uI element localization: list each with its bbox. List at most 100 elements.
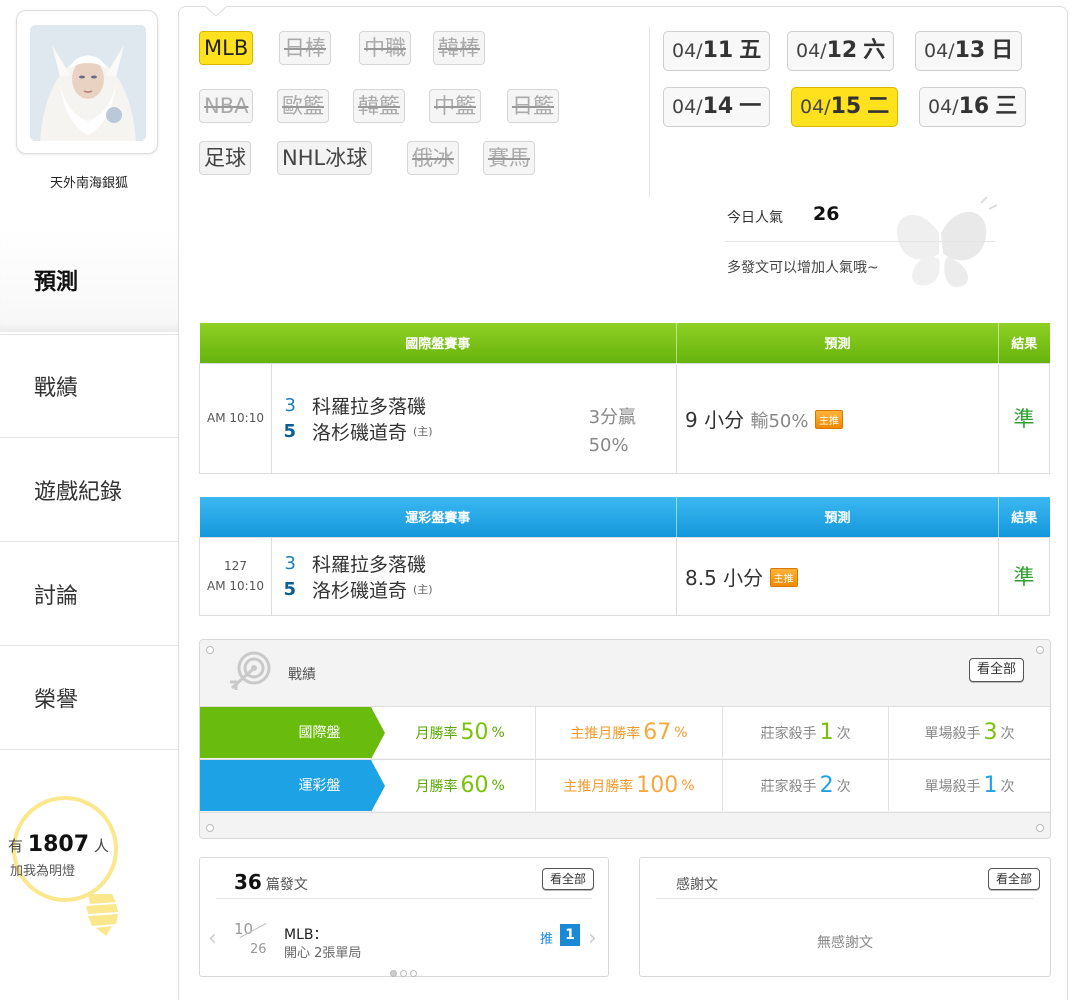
record-row-intl: 國際盤 月勝率 50% 主推月勝率 67% 莊家殺手 1 次 單場殺手 3 次 (200, 706, 1050, 759)
month-win-rate: 月勝率 50% (370, 707, 535, 758)
record-row-label: 運彩盤 (200, 760, 384, 812)
league-tab-cpbl[interactable]: 中職 (359, 31, 411, 65)
posts-title: 36 篇發文 (234, 870, 308, 894)
main-pick-win-rate: 主推月勝率 100% (534, 760, 722, 811)
matchup[interactable]: 3 科羅拉多落磯 5 洛杉磯道奇 (主) (270, 536, 678, 616)
popularity-value: 26 (813, 203, 840, 225)
prediction-cell: 9 小分 輸50% 主推 (676, 362, 1000, 474)
league-tab-khl[interactable]: 俄冰 (407, 141, 459, 175)
single-game-killer: 單場殺手 3 次 (888, 707, 1050, 758)
league-tab-horse-racing[interactable]: 賽馬 (483, 141, 535, 175)
nav-item-discussion[interactable]: 討論 (0, 542, 178, 646)
table-header: 運彩盤賽事 (199, 497, 677, 537)
bookmaker-killer: 莊家殺手 2 次 (722, 760, 888, 811)
league-tab-bj-league[interactable]: 日籃 (507, 89, 559, 123)
home-team-row: 5 洛杉磯道奇 (主) (283, 578, 433, 602)
main-pick-badge: 主推 (769, 567, 798, 587)
thanks-title: 感謝文 (676, 877, 718, 893)
avatar-portrait-icon (30, 25, 146, 141)
lottery-prediction-table: 運彩盤賽事 預測 結果 127 AM 10:10 3 科羅拉多落磯 5 洛杉磯道奇 (主… (199, 497, 1051, 616)
record-title: 戰績 (288, 667, 316, 683)
date-tab-0412[interactable]: 04/12 六 (787, 31, 895, 71)
posts-box: 36 篇發文 看全部 ‹ 10 26 MLB： 開心 2張單局 推 1 › (199, 857, 609, 977)
league-tab-kbo[interactable]: 韓棒 (433, 31, 485, 65)
intl-prediction-table: 國際盤賽事 預測 結果 AM 10:10 3 科羅拉多落磯 5 洛杉磯道奇 (主) 3… (199, 323, 1051, 474)
prev-arrow-icon[interactable]: ‹ (208, 926, 217, 951)
result-cell: 準 (998, 362, 1051, 474)
table-row: AM 10:10 3 科羅拉多落磯 5 洛杉磯道奇 (主) 3分贏 50% 9 小分 輸… (199, 362, 1051, 474)
lightbulb-base-icon (86, 894, 118, 936)
avatar[interactable] (30, 25, 146, 141)
corner-dot (206, 824, 214, 832)
league-tab-kbl[interactable]: 韓籃 (353, 89, 405, 123)
bookmaker-killer: 莊家殺手 1 次 (722, 707, 888, 758)
game-time: AM 10:10 (199, 362, 272, 474)
date-tab-0415[interactable]: 04/15 二 (791, 87, 899, 127)
notch-icon (205, 6, 227, 17)
single-game-killer: 單場殺手 1 次 (888, 760, 1050, 811)
target-icon (230, 651, 271, 690)
fans-lightbulb[interactable]: 有 1807 人 加我為明燈 (0, 788, 178, 948)
record-row-lottery: 運彩盤 月勝率 60% 主推月勝率 100% 莊家殺手 2 次 單場殺手 1 次 (200, 759, 1050, 812)
month-win-rate: 月勝率 60% (370, 760, 535, 811)
prediction-cell: 8.5 小分 主推 (676, 536, 1000, 616)
butterfly-icon (897, 196, 998, 287)
nav-item-game-history[interactable]: 遊戲紀錄 (0, 438, 178, 542)
handicap: 3分贏 50% (588, 406, 637, 456)
thanks-box: 感謝文 看全部 無感謝文 (639, 857, 1051, 977)
push-label: 推 (540, 932, 554, 947)
corner-dot (1036, 646, 1044, 654)
page: 天外南海銀狐 預測 戰績 遊戲紀錄 討論 榮譽 有 1807 人 加我為明燈 M… (0, 0, 1080, 1000)
divider (216, 898, 592, 899)
date-tab-0413[interactable]: 04/13 日 (915, 31, 1023, 71)
empty-thanks-text: 無感謝文 (817, 935, 873, 951)
corner-dot (206, 646, 214, 654)
matchup[interactable]: 3 科羅拉多落磯 5 洛杉磯道奇 (主) 3分贏 50% (270, 362, 678, 474)
next-arrow-icon[interactable]: › (588, 926, 597, 951)
sidebar: 天外南海銀狐 預測 戰績 遊戲紀錄 討論 榮譽 有 1807 人 加我為明燈 (0, 0, 178, 1000)
league-tab-mlb[interactable]: MLB (199, 31, 254, 65)
fans-count-text: 有 1807 人 (8, 832, 109, 857)
popularity-hint: 多發文可以增加人氣哦~ (727, 260, 879, 276)
league-tab-cba[interactable]: 中籃 (429, 89, 481, 123)
table-row: 127 AM 10:10 3 科羅拉多落磯 5 洛杉磯道奇 (主) 8.5 小分 主推 … (199, 536, 1051, 616)
result-cell: 準 (998, 536, 1051, 616)
push-count: 1 (560, 924, 580, 946)
league-tab-soccer[interactable]: 足球 (199, 141, 251, 175)
main-pick-badge: 主推 (814, 409, 843, 429)
main-panel: MLB 日棒 中職 韓棒 NBA 歐籃 韓籃 中籃 日籃 足球 NHL冰球 俄冰… (178, 6, 1068, 1000)
username: 天外南海銀狐 (49, 176, 128, 191)
table-header: 預測 (676, 323, 999, 363)
game-time: 127 AM 10:10 (199, 536, 272, 616)
date-tab-0411[interactable]: 04/11 五 (663, 31, 771, 71)
league-tab-euro-basketball[interactable]: 歐籃 (277, 89, 329, 123)
nav-item-honor[interactable]: 榮譽 (0, 646, 178, 750)
post-title[interactable]: 開心 2張單局 (284, 942, 361, 961)
divider (656, 898, 1034, 899)
league-tab-nba[interactable]: NBA (199, 89, 254, 123)
record-view-all-button[interactable]: 看全部 (968, 658, 1024, 682)
table-header: 國際盤賽事 (199, 323, 677, 363)
league-tab-npb[interactable]: 日棒 (279, 31, 331, 65)
avatar-card[interactable] (16, 10, 158, 154)
divider (725, 241, 995, 242)
post-category[interactable]: MLB： (284, 924, 327, 944)
thanks-view-all-button[interactable]: 看全部 (987, 868, 1040, 890)
table-header: 預測 (676, 497, 999, 537)
league-tab-nhl[interactable]: NHL冰球 (277, 141, 373, 175)
nav-item-prediction[interactable]: 預測 (0, 228, 178, 332)
record-row-label: 國際盤 (200, 707, 384, 759)
fans-caption: 加我為明燈 (10, 864, 76, 879)
table-header: 結果 (998, 497, 1050, 537)
pager-dots[interactable] (390, 970, 417, 977)
nav-item-record[interactable]: 戰績 (0, 334, 178, 438)
corner-dot (1036, 824, 1044, 832)
fans-count: 1807 (27, 832, 90, 857)
posts-view-all-button[interactable]: 看全部 (541, 868, 594, 890)
date-tab-0414[interactable]: 04/14 一 (663, 87, 771, 127)
divider (649, 27, 650, 197)
divider (200, 812, 1050, 813)
date-tab-0416[interactable]: 04/16 三 (919, 87, 1027, 127)
table-header: 結果 (998, 323, 1050, 363)
popularity-label: 今日人氣 (727, 210, 783, 226)
